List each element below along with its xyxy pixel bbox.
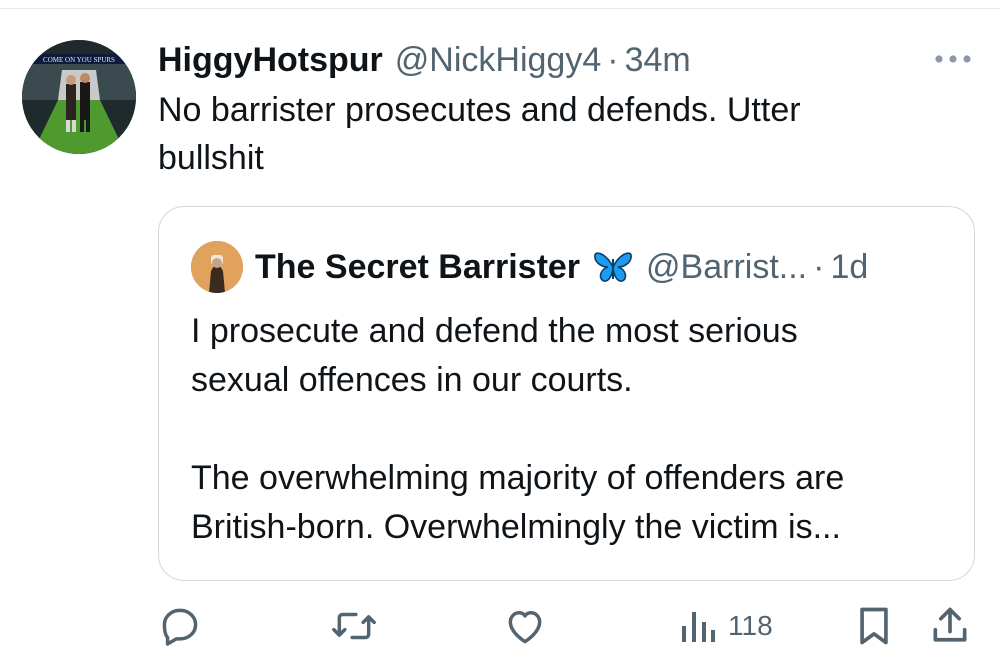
bookmark-button[interactable] [854,600,894,652]
reply-button[interactable] [158,600,202,652]
quoted-author-name[interactable]: The Secret Barrister [255,248,580,287]
quoted-paragraph-2: The overwhelming majority of offenders a… [191,454,961,552]
views-icon [682,612,715,642]
like-button[interactable] [503,600,547,652]
views-button[interactable]: 118 [678,600,773,652]
quoted-paragraph-1: I prosecute and defend the most serious … [191,307,961,405]
quoted-header: The Secret Barrister @Barrist... · 1d [255,243,868,291]
quoted-tweet[interactable]: The Secret Barrister @Barrist... · 1d I … [158,206,975,581]
quoted-timestamp[interactable]: 1d [830,248,868,287]
quoted-text-line: I prosecute and defend the most serious [191,312,798,350]
share-button[interactable] [928,600,972,652]
top-divider [0,8,1000,9]
avatar-banner-text: COME ON YOU SPURS [43,56,115,64]
quoted-text: I prosecute and defend the most serious … [191,307,961,552]
views-count: 118 [728,610,773,641]
share-icon [933,607,967,642]
like-icon [508,611,542,644]
header-separator: · [607,40,619,79]
quoted-author-handle[interactable]: @Barrist... [646,248,807,287]
tweet-text-line: bullshit [158,139,264,177]
bookmark-icon [860,607,888,645]
quoted-header-separator: · [813,247,825,286]
tweet-text-line: No barrister prosecutes and defends. Utt… [158,91,801,129]
author-avatar[interactable]: COME ON YOU SPURS [22,40,136,154]
quoted-author-avatar[interactable] [191,241,243,293]
retweet-icon [332,612,376,640]
quoted-text-line: sexual offences in our courts. [191,361,633,399]
quoted-text-line: The overwhelming majority of offenders a… [191,459,845,497]
butterfly-icon [592,249,634,285]
tweet-header: HiggyHotspur @NickHiggy4 · 34m [158,38,691,82]
retweet-button[interactable] [330,600,378,652]
tweet-timestamp[interactable]: 34m [625,41,691,80]
author-handle[interactable]: @NickHiggy4 [395,41,601,80]
quoted-text-line: British-born. Overwhelmingly the victim … [191,508,841,546]
more-icon [935,55,971,63]
author-name[interactable]: HiggyHotspur [158,41,383,80]
more-button[interactable] [928,44,978,74]
reply-icon [162,608,198,646]
tweet-text: No barrister prosecutes and defends. Utt… [158,86,958,182]
